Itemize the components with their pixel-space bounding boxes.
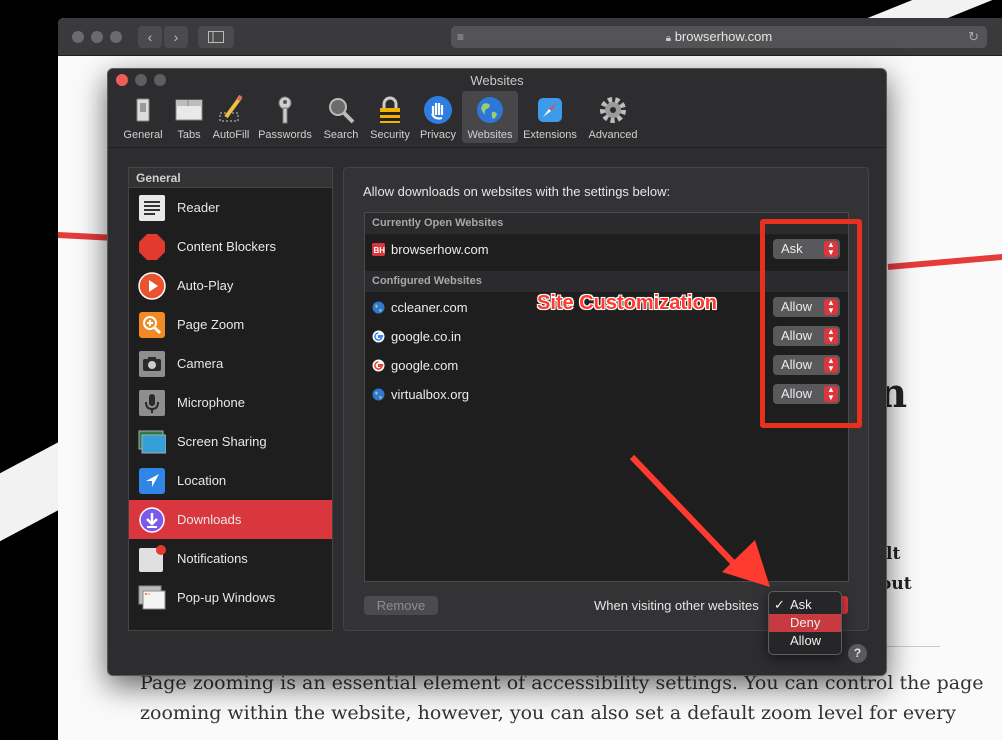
sidebar-item-location[interactable]: Location (129, 461, 332, 500)
sidebar-header: General (129, 168, 332, 188)
sidebar-item-camera[interactable]: Camera (129, 344, 332, 383)
notification-icon (139, 545, 166, 572)
url-text: browserhow.com (674, 29, 773, 44)
site-name: google.co.in (391, 329, 462, 344)
background-text: lt (886, 544, 901, 564)
prefs-titlebar: Websites (108, 69, 886, 91)
gear-icon (600, 97, 626, 123)
svg-text:BH: BH (374, 246, 386, 255)
checkmark-icon: ✓ (774, 597, 785, 612)
sidebar-icon (208, 31, 224, 43)
tab-passwords[interactable]: Passwords (254, 91, 316, 143)
tab-tabs[interactable]: Tabs (170, 91, 208, 143)
zoom-icon (139, 312, 165, 338)
websites-sidebar: General Reader Content Blockers Auto-Pla… (128, 167, 333, 631)
globe-icon (372, 301, 385, 314)
sidebar-item-content-blockers[interactable]: Content Blockers (129, 227, 332, 266)
tab-security[interactable]: Security (366, 91, 414, 143)
lock-icon (380, 96, 400, 123)
site-name: google.com (391, 358, 459, 373)
background-paragraph-line: zooming within the website, however, you… (140, 702, 956, 724)
prefs-title: Websites (470, 73, 524, 88)
panel-description: Allow downloads on websites with the set… (363, 184, 671, 199)
sidebar-item-popup-windows[interactable]: Pop-up Windows (129, 578, 332, 617)
magnifier-icon (329, 98, 355, 124)
toolbar-divider (108, 147, 886, 148)
camera-icon (139, 351, 165, 377)
site-name: browserhow.com (391, 242, 489, 257)
hand-icon (424, 96, 452, 124)
sidebar-item-microphone[interactable]: Microphone (129, 383, 332, 422)
back-button[interactable]: ‹ (138, 26, 162, 48)
tab-websites[interactable]: Websites (462, 91, 518, 143)
bh-icon: BH (372, 243, 385, 256)
other-websites-label: When visiting other websites (594, 598, 759, 613)
chevron-right-icon: › (173, 29, 179, 45)
tabs-icon (175, 99, 203, 121)
background-red-line (887, 253, 1002, 270)
sidebar-item-screen-sharing[interactable]: Screen Sharing (129, 422, 332, 461)
annotation-label: Site Customization (537, 292, 718, 314)
google-icon (372, 359, 385, 372)
popup-icon (138, 585, 166, 610)
browser-toolbar: ‹ › ≡ 🔒︎ browserhow.com ↻ (58, 18, 1002, 56)
site-name: virtualbox.org (391, 387, 470, 402)
forward-button[interactable]: › (164, 26, 188, 48)
sidebar-item-downloads[interactable]: Downloads (129, 500, 332, 539)
dropdown-option-allow[interactable]: Allow (769, 632, 841, 650)
tab-autofill[interactable]: AutoFill (208, 91, 254, 143)
globe-icon (477, 97, 503, 123)
sidebar-toggle-button[interactable] (198, 26, 234, 48)
chevron-left-icon: ‹ (147, 29, 153, 45)
address-bar[interactable]: ≡ 🔒︎ browserhow.com ↻ (451, 26, 987, 48)
switch-icon (136, 98, 150, 122)
pencil-icon (219, 95, 243, 122)
play-icon (138, 272, 166, 300)
stop-icon (139, 234, 165, 260)
tab-extensions[interactable]: Extensions (518, 91, 582, 143)
reload-icon[interactable]: ↻ (968, 26, 979, 48)
tab-privacy[interactable]: Privacy (414, 91, 462, 143)
sidebar-item-page-zoom[interactable]: Page Zoom (129, 305, 332, 344)
key-icon (278, 96, 292, 124)
sidebar-item-reader[interactable]: Reader (129, 188, 332, 227)
minimize-window-button[interactable] (91, 31, 103, 43)
tab-advanced[interactable]: Advanced (582, 91, 644, 143)
close-window-button[interactable] (72, 31, 84, 43)
help-button[interactable]: ? (848, 644, 867, 663)
annotation-highlight-box (760, 219, 862, 428)
reader-list-icon: ≡ (457, 30, 465, 44)
location-icon (139, 468, 165, 494)
zoom-window-button[interactable] (110, 31, 122, 43)
download-icon (139, 507, 165, 533)
reader-icon (139, 195, 165, 221)
dropdown-option-deny[interactable]: Deny (769, 614, 841, 632)
sidebar-item-auto-play[interactable]: Auto-Play (129, 266, 332, 305)
microphone-icon (139, 390, 165, 416)
screen-icon (138, 430, 166, 454)
google-icon (372, 330, 385, 343)
tab-search[interactable]: Search (316, 91, 366, 143)
globe-icon (372, 388, 385, 401)
remove-button[interactable]: Remove (364, 596, 438, 615)
site-name: ccleaner.com (391, 300, 468, 315)
dropdown-option-ask[interactable]: ✓ Ask (769, 596, 841, 614)
lock-icon: 🔒︎ (665, 33, 672, 44)
sidebar-item-notifications[interactable]: Notifications (129, 539, 332, 578)
other-websites-dropdown-menu: ✓ Ask Deny Allow (768, 591, 842, 655)
tab-general[interactable]: General (116, 91, 170, 143)
compass-icon (538, 98, 562, 122)
